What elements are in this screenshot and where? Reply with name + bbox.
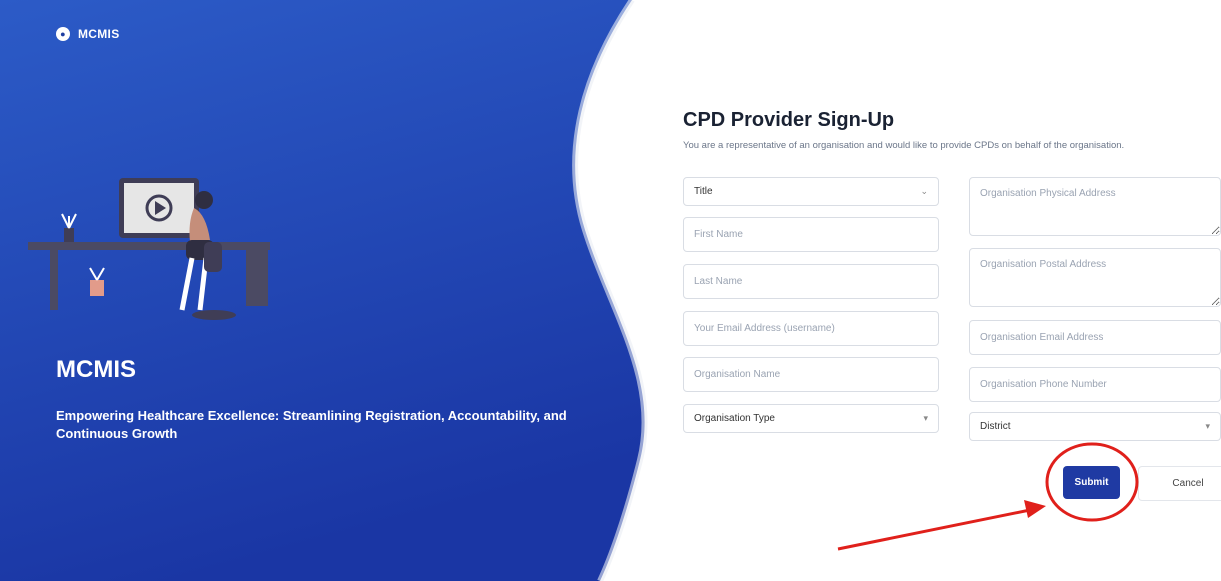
district-select-value: District	[980, 421, 1011, 432]
organisation-phone-input[interactable]	[969, 367, 1221, 402]
form-title: CPD Provider Sign-Up	[683, 109, 895, 131]
form-subtitle: You are a representative of an organisat…	[683, 140, 1125, 151]
title-select[interactable]: Title ⌄	[683, 177, 939, 206]
caret-down-icon: ▾	[1205, 421, 1210, 431]
cancel-button[interactable]: Cancel	[1138, 466, 1221, 501]
brand-name: MCMIS	[78, 27, 120, 41]
annotation-arrow-head	[1024, 500, 1046, 518]
district-select[interactable]: District ▾	[969, 412, 1221, 441]
last-name-input[interactable]	[683, 264, 939, 299]
email-input[interactable]	[683, 311, 939, 346]
first-name-input[interactable]	[683, 217, 939, 252]
organisation-type-value: Organisation Type	[694, 413, 775, 424]
submit-button[interactable]: Submit	[1063, 466, 1120, 499]
organisation-postal-address-input[interactable]	[969, 248, 1221, 307]
brand-logo[interactable]: ● MCMIS	[56, 27, 120, 41]
desk-illustration	[28, 178, 270, 320]
annotation-arrow-line	[837, 508, 1031, 551]
caret-down-icon: ▾	[923, 413, 928, 423]
organisation-physical-address-input[interactable]	[969, 177, 1221, 236]
globe-icon: ●	[56, 27, 70, 41]
organisation-type-select[interactable]: Organisation Type ▾	[683, 404, 939, 433]
chevron-down-icon: ⌄	[920, 186, 928, 196]
hero-title: MCMIS	[56, 356, 136, 383]
hero-tagline: Empowering Healthcare Excellence: Stream…	[56, 408, 567, 441]
organisation-email-input[interactable]	[969, 320, 1221, 355]
title-select-value: Title	[694, 186, 713, 197]
organisation-name-input[interactable]	[683, 357, 939, 392]
